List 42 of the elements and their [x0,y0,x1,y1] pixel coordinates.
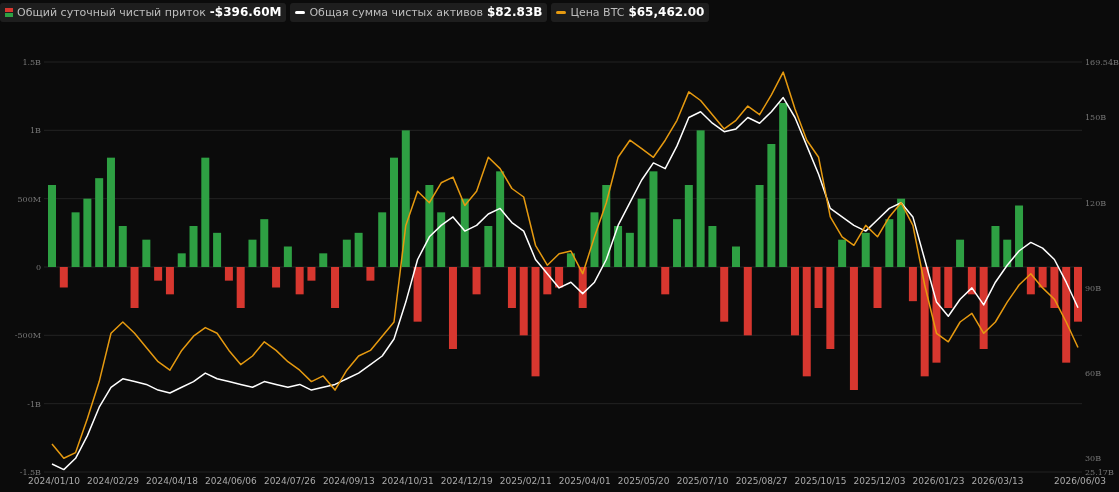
axis-label: 2025/02/11 [499,476,552,486]
axis-label: 2026/03/13 [971,476,1024,486]
axis-label: 2025/08/27 [735,476,788,486]
legend-chip[interactable]: Цена BTC $65,462.00 [551,2,710,22]
axis-label: -1.5B [19,468,41,477]
axis-label: 2024/10/31 [381,476,434,486]
axis-label: 2024/12/19 [440,476,493,486]
axis-label: 2024/07/26 [263,476,316,486]
axis-label: 2024/01/10 [28,476,80,486]
axis-label: 2025/12/03 [853,476,906,486]
legend-label: Общий суточный чистый приток [17,5,206,19]
axis-label: 150B [1085,113,1107,123]
axis-label: 1B [30,126,41,136]
legend-swatch-icon [5,7,13,17]
axis-label: 2024/04/18 [146,476,198,486]
axis-label: 2025/04/01 [558,476,611,486]
axis-label: 60B [1085,369,1102,379]
legend-chip[interactable]: Общая сумма чистых активов $82.83B [290,2,548,22]
axis-label: 2026/01/23 [912,476,965,486]
axis-label: -500M [14,331,41,341]
axis-label: 90B [1085,283,1102,293]
axis-label: 120B [1085,198,1107,208]
axis-label: 2026/06/03 [1054,476,1106,486]
axis-label: 1.5B [22,58,41,67]
axis-label: 2024/02/29 [87,476,139,486]
legend-value: -$396.60M [209,5,282,19]
legend-value: $65,462.00 [628,5,705,19]
axis-label: 25.17B [1085,468,1114,477]
axis-label: 500M [17,194,41,204]
legend-label: Общая сумма чистых активов [309,5,483,19]
legend-value: $82.83B [486,5,543,19]
axis-label: 169.54B [1085,58,1119,67]
axis-label: 2025/05/20 [617,476,670,486]
legend-label: Цена BTC [570,5,625,19]
axis-label: 2025/10/15 [794,476,847,486]
axis-label: 2025/07/10 [676,476,729,486]
axis-label: 2024/06/06 [204,476,257,486]
axis-label: 0 [35,263,41,272]
axis-label: 2024/09/13 [322,476,375,486]
axis-label: 30B [1085,454,1102,464]
axis-label: -1B [27,399,41,409]
legend-chip[interactable]: Общий суточный чистый приток -$396.60M [0,2,287,22]
